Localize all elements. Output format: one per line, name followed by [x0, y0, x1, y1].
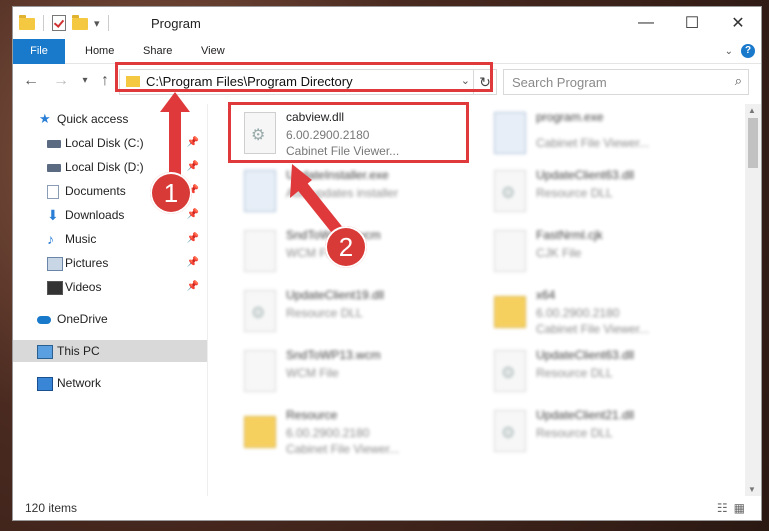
annotation-arrows: [160, 92, 347, 240]
step-2-badge: 2: [325, 226, 367, 268]
arrow-1-head: [160, 92, 190, 112]
step-1-badge: 1: [150, 172, 192, 214]
